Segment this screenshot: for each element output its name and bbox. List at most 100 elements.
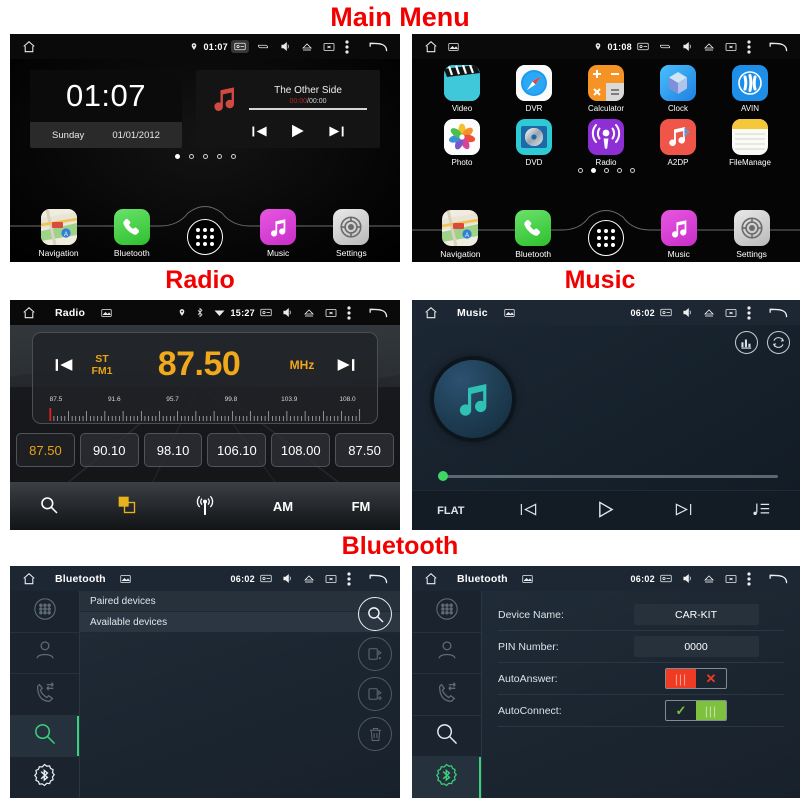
page-dot[interactable] bbox=[630, 168, 635, 173]
sd-card-icon[interactable] bbox=[260, 574, 272, 583]
repeat-icon[interactable] bbox=[767, 331, 790, 354]
dock-item-settings[interactable]: Settings bbox=[320, 209, 382, 258]
radio-preset-button[interactable]: 87.50 bbox=[335, 433, 394, 467]
overflow-menu-icon[interactable] bbox=[347, 572, 351, 586]
toggle-on-side[interactable]: ✓ bbox=[666, 701, 696, 720]
music-playlist-button[interactable] bbox=[722, 501, 800, 521]
page-dot[interactable] bbox=[203, 154, 208, 159]
list-item[interactable]: Available devices bbox=[80, 612, 400, 633]
radio-preset-button[interactable]: 90.10 bbox=[80, 433, 139, 467]
eject-icon[interactable] bbox=[703, 574, 715, 584]
volume-icon[interactable] bbox=[282, 307, 293, 318]
music-previous-button[interactable] bbox=[490, 502, 568, 520]
screen-off-icon[interactable] bbox=[325, 308, 337, 318]
back-icon[interactable] bbox=[368, 573, 388, 585]
dock-item-app-drawer[interactable] bbox=[575, 220, 637, 259]
overflow-menu-icon[interactable] bbox=[747, 306, 751, 320]
equalizer-icon[interactable] bbox=[735, 331, 758, 354]
dock-item-music[interactable]: Music bbox=[648, 210, 710, 259]
wallpaper-icon[interactable] bbox=[120, 574, 131, 584]
radio-frequency-scale[interactable]: 87.5 91.6 95.7 99.8 103.9 108.0 bbox=[43, 396, 367, 424]
eject-icon[interactable] bbox=[703, 308, 715, 318]
page-dot[interactable] bbox=[217, 154, 222, 159]
music-next-button[interactable] bbox=[645, 502, 723, 520]
list-item[interactable]: Paired devices bbox=[80, 591, 400, 612]
play-icon[interactable] bbox=[289, 124, 306, 143]
radio-preset-button[interactable]: 108.00 bbox=[271, 433, 330, 467]
screen-off-icon[interactable] bbox=[325, 574, 337, 584]
music-play-button[interactable] bbox=[567, 501, 645, 521]
radio-fm-button[interactable]: FM bbox=[322, 499, 400, 514]
volume-icon[interactable] bbox=[682, 41, 693, 52]
eject-icon[interactable] bbox=[703, 42, 715, 52]
device-disconnect-icon[interactable] bbox=[358, 677, 392, 711]
back-icon[interactable] bbox=[768, 573, 788, 585]
music-progress-slider[interactable] bbox=[438, 474, 778, 478]
dock-item-bluetooth[interactable]: Bluetooth bbox=[502, 210, 564, 259]
sd-card-icon[interactable] bbox=[260, 308, 272, 317]
overflow-menu-icon[interactable] bbox=[345, 40, 349, 54]
dock-item-bluetooth[interactable]: Bluetooth bbox=[101, 209, 163, 258]
page-dot[interactable] bbox=[189, 154, 194, 159]
music-eq-preset-button[interactable]: FLAT bbox=[412, 505, 490, 517]
device-name-field[interactable]: CAR-KIT bbox=[634, 604, 759, 625]
home-icon[interactable] bbox=[424, 306, 438, 320]
radio-preset-button[interactable]: 106.10 bbox=[207, 433, 266, 467]
radio-preset-button[interactable]: 98.10 bbox=[144, 433, 203, 467]
next-icon[interactable] bbox=[328, 125, 345, 143]
page-dot[interactable] bbox=[591, 168, 596, 173]
wallpaper-icon[interactable] bbox=[504, 308, 515, 318]
eject-icon[interactable] bbox=[303, 574, 315, 584]
page-dot[interactable] bbox=[175, 154, 180, 159]
overflow-menu-icon[interactable] bbox=[747, 572, 751, 586]
music-widget-progress-bar[interactable] bbox=[249, 108, 367, 110]
autoanswer-toggle[interactable]: ||| ✕ bbox=[665, 668, 727, 689]
home-icon[interactable] bbox=[22, 572, 36, 586]
dock-item-music[interactable]: Music bbox=[247, 209, 309, 258]
home-icon[interactable] bbox=[424, 40, 438, 54]
page-dot[interactable] bbox=[231, 154, 236, 159]
eject-icon[interactable] bbox=[301, 42, 313, 52]
sidebar-item-call-history[interactable] bbox=[10, 674, 79, 716]
usb-icon[interactable] bbox=[257, 42, 270, 51]
radio-band-indicator[interactable]: ST FM1 bbox=[81, 353, 123, 377]
app-item-avin[interactable]: AVIN bbox=[721, 65, 779, 113]
tune-down-icon[interactable] bbox=[47, 357, 81, 373]
search-icon[interactable] bbox=[358, 597, 392, 631]
sidebar-item-call-history[interactable] bbox=[412, 674, 481, 716]
home-page-dots[interactable] bbox=[10, 154, 400, 159]
screen-off-icon[interactable] bbox=[725, 308, 737, 318]
sidebar-item-search[interactable] bbox=[10, 716, 79, 758]
dock-item-navigation[interactable]: A Navigation bbox=[429, 210, 491, 259]
app-drawer-icon[interactable] bbox=[588, 220, 624, 256]
wallpaper-icon[interactable] bbox=[101, 308, 112, 318]
sd-card-icon[interactable] bbox=[660, 308, 672, 317]
device-connect-icon[interactable] bbox=[358, 637, 392, 671]
volume-icon[interactable] bbox=[280, 41, 291, 52]
dock-item-settings[interactable]: Settings bbox=[721, 210, 783, 259]
usb-icon[interactable] bbox=[659, 42, 672, 51]
clock-widget[interactable]: 01:07 Sunday 01/01/2012 bbox=[30, 70, 182, 148]
wallpaper-icon[interactable] bbox=[448, 42, 459, 52]
screen-off-icon[interactable] bbox=[725, 42, 737, 52]
app-item-filemanage[interactable]: FileManage bbox=[721, 119, 779, 167]
app-item-video[interactable]: Video bbox=[433, 65, 491, 113]
sd-card-icon[interactable] bbox=[231, 40, 249, 53]
radio-presets-list-button[interactable] bbox=[88, 495, 166, 518]
page-dot[interactable] bbox=[578, 168, 583, 173]
tune-up-icon[interactable] bbox=[329, 357, 363, 373]
sidebar-item-contacts[interactable] bbox=[412, 633, 481, 675]
screen-off-icon[interactable] bbox=[725, 574, 737, 584]
app-grid-page-dots[interactable] bbox=[412, 168, 800, 173]
screen-off-icon[interactable] bbox=[323, 42, 335, 52]
radio-antenna-button[interactable] bbox=[166, 494, 244, 519]
album-art[interactable] bbox=[434, 360, 512, 438]
toggle-knob[interactable]: ||| bbox=[666, 669, 696, 688]
wallpaper-icon[interactable] bbox=[522, 574, 533, 584]
app-item-a2dp[interactable]: A2DP bbox=[649, 119, 707, 167]
back-icon[interactable] bbox=[368, 307, 388, 319]
app-item-calculator[interactable]: Calculator bbox=[577, 65, 635, 113]
previous-icon[interactable] bbox=[251, 125, 268, 143]
toggle-knob[interactable]: ||| bbox=[696, 701, 726, 720]
back-icon[interactable] bbox=[768, 307, 788, 319]
